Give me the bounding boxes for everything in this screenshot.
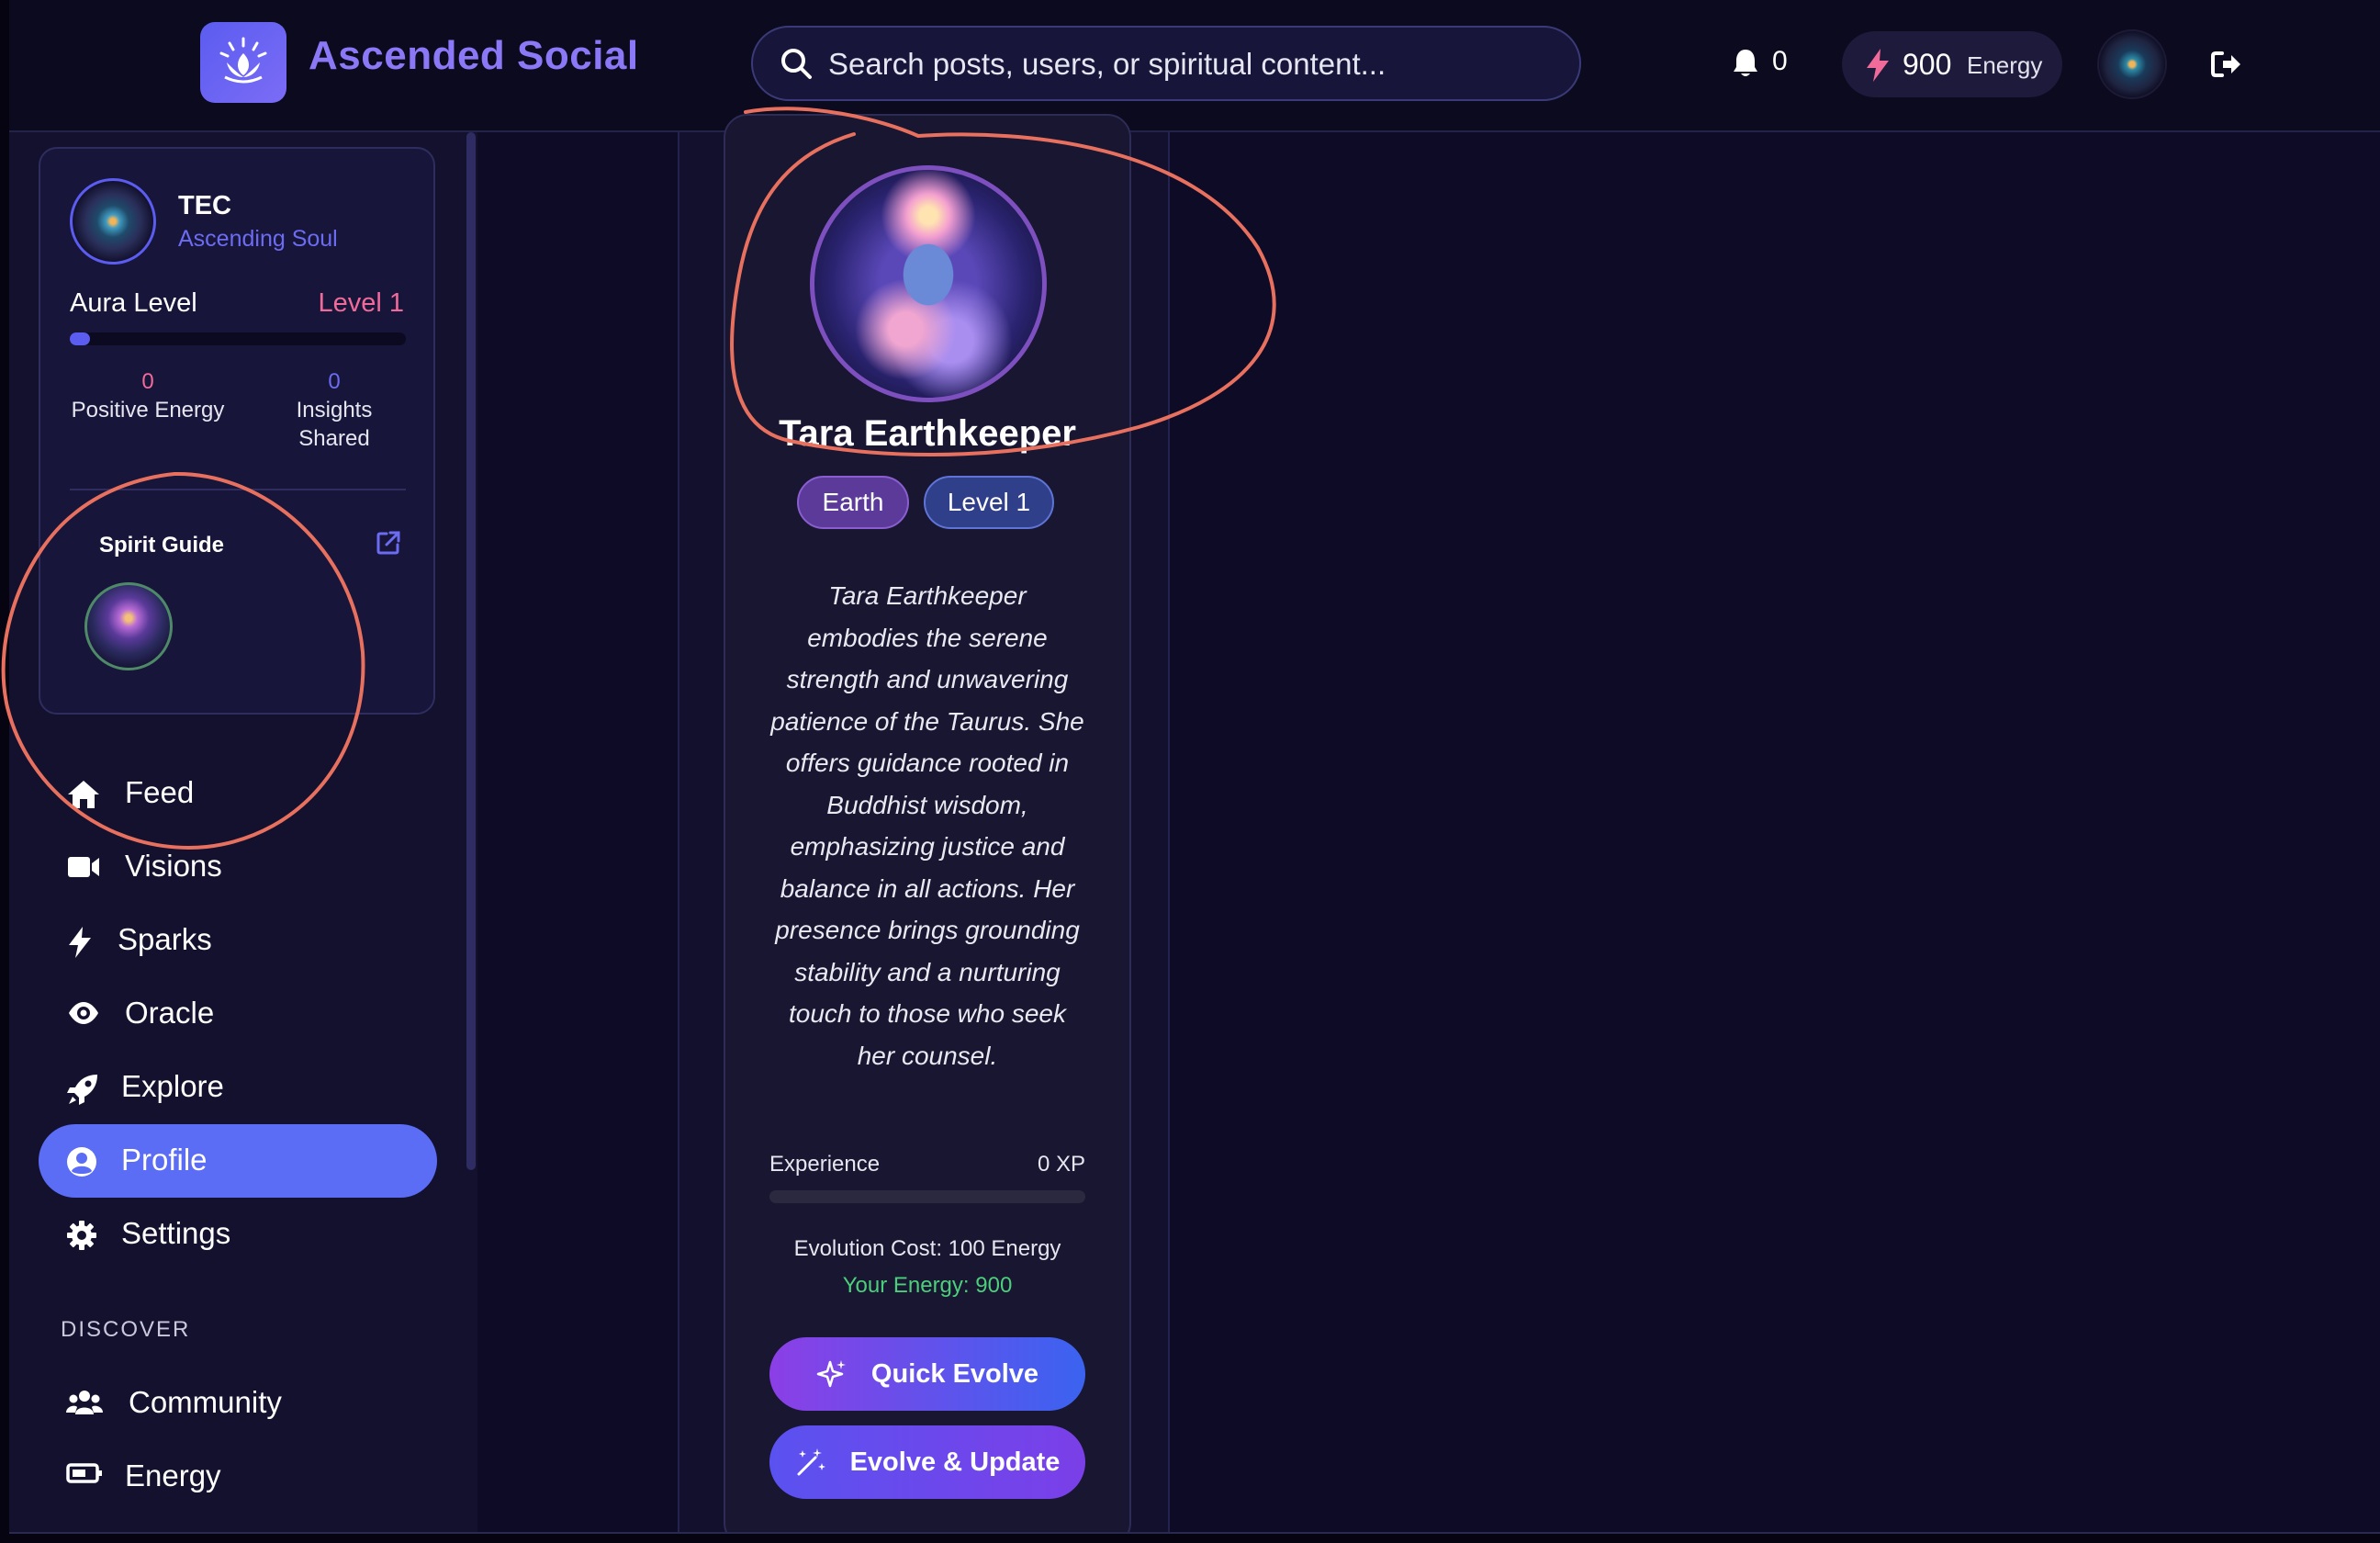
sidebar-item-label: Feed	[125, 775, 195, 809]
rocket-icon	[67, 1075, 97, 1105]
sidebar-item-label: Visions	[125, 849, 222, 883]
lotus-logo-icon[interactable]	[200, 22, 286, 103]
main-content: Tara Earthkeeper Earth Level 1 Tara Eart…	[679, 114, 1168, 1532]
evolve-update-button[interactable]: Evolve & Update	[769, 1425, 1085, 1499]
experience-progress-bar	[769, 1190, 1085, 1203]
sidebar-item-label: Energy	[125, 1459, 221, 1492]
evolve-update-label: Evolve & Update	[849, 1447, 1061, 1477]
video-camera-icon	[68, 857, 99, 877]
app-window: Ascended Social 0 900 Energy	[9, 0, 2380, 1534]
energy-value: 900	[1903, 48, 1952, 81]
sidebar-item-oracle[interactable]: Oracle	[39, 977, 437, 1051]
sidebar-item-label: Profile	[121, 1143, 208, 1177]
eye-icon	[69, 1002, 98, 1024]
sidebar-item-energy[interactable]: Energy	[39, 1440, 437, 1514]
search-input[interactable]	[826, 40, 1546, 88]
spirit-guide-avatar[interactable]	[84, 582, 173, 670]
guide-description: Tara Earthkeeper embodies the serene str…	[770, 581, 1084, 1070]
sidebar-item-profile[interactable]: Profile	[39, 1124, 437, 1198]
guide-name: Tara Earthkeeper	[779, 413, 1076, 454]
sidebar-item-label: Community	[129, 1385, 282, 1419]
positive-energy-stat: 0 Positive Energy	[55, 367, 241, 424]
card-divider	[70, 489, 406, 490]
your-energy: Your Energy: 900	[842, 1273, 1013, 1298]
top-header: Ascended Social 0 900 Energy	[9, 0, 2380, 132]
notification-count: 0	[1772, 46, 1788, 76]
content-gutter	[477, 132, 679, 1532]
bolt-icon	[1867, 49, 1889, 82]
users-icon	[66, 1391, 103, 1414]
sidebar-item-label: Settings	[121, 1216, 231, 1250]
aura-progress-bar	[70, 332, 406, 345]
logout-icon[interactable]	[2211, 50, 2242, 79]
sidebar: TEC Ascending Soul Aura Level Level 1 0 …	[9, 132, 479, 1532]
discover-section-label: DISCOVER	[61, 1317, 191, 1342]
sidebar-item-community[interactable]: Community	[39, 1367, 437, 1440]
window-edge	[0, 0, 9, 1543]
quick-evolve-button[interactable]: Quick Evolve	[769, 1337, 1085, 1411]
sparkles-icon	[816, 1360, 846, 1388]
battery-icon	[66, 1463, 102, 1483]
app-title[interactable]: Ascended Social	[309, 33, 639, 79]
sidebar-item-label: Explore	[121, 1069, 224, 1103]
search-bar[interactable]	[751, 26, 1581, 101]
home-icon	[68, 781, 99, 808]
aura-progress-fill	[70, 332, 90, 345]
aura-level-value: Level 1	[318, 288, 404, 318]
sidebar-item-label: Oracle	[125, 996, 215, 1030]
bolt-icon	[69, 927, 91, 958]
level-badge: Level 1	[924, 476, 1054, 529]
right-panel	[1168, 132, 2380, 1532]
positive-energy-label: Positive Energy	[71, 398, 225, 422]
quick-evolve-label: Quick Evolve	[870, 1358, 1039, 1389]
gear-icon	[67, 1221, 96, 1250]
insights-shared-label: Insights Shared	[296, 398, 373, 451]
sidebar-item-sparks[interactable]: Sparks	[39, 904, 437, 977]
profile-avatar[interactable]	[70, 178, 156, 265]
insights-shared-stat: 0 Insights Shared	[261, 367, 408, 453]
sidebar-item-explore[interactable]: Explore	[39, 1051, 437, 1124]
spirit-guide-card: Tara Earthkeeper Earth Level 1 Tara Eart…	[724, 114, 1131, 1532]
bell-icon[interactable]	[1732, 48, 1759, 79]
energy-balance-pill[interactable]: 900 Energy	[1842, 31, 2062, 97]
energy-label: Energy	[1967, 51, 2043, 79]
element-badge: Earth	[797, 476, 909, 529]
sidebar-item-feed[interactable]: Feed	[39, 757, 437, 830]
user-name: TEC	[178, 191, 231, 220]
user-profile-card: TEC Ascending Soul Aura Level Level 1 0 …	[39, 147, 435, 715]
external-link-icon[interactable]	[375, 529, 402, 557]
insights-shared-value: 0	[328, 369, 341, 394]
user-title: Ascending Soul	[178, 226, 338, 252]
sidebar-item-settings[interactable]: Settings	[39, 1198, 437, 1271]
magic-wand-icon	[797, 1448, 825, 1476]
sidebar-item-label: Sparks	[118, 922, 212, 956]
user-avatar[interactable]	[2099, 31, 2165, 97]
spirit-guide-label: Spirit Guide	[99, 533, 225, 558]
sidebar-scrollbar[interactable]	[466, 132, 476, 1170]
spirit-guide-portrait[interactable]	[810, 165, 1047, 402]
positive-energy-value: 0	[141, 369, 154, 394]
evolution-cost: Evolution Cost: 100 Energy	[793, 1236, 1061, 1261]
experience-value: 0 XP	[1037, 1152, 1085, 1177]
aura-level-label: Aura Level	[70, 288, 197, 318]
search-icon	[781, 49, 812, 79]
experience-label: Experience	[769, 1152, 881, 1177]
sidebar-item-visions[interactable]: Visions	[39, 830, 437, 904]
user-circle-icon	[67, 1147, 96, 1177]
